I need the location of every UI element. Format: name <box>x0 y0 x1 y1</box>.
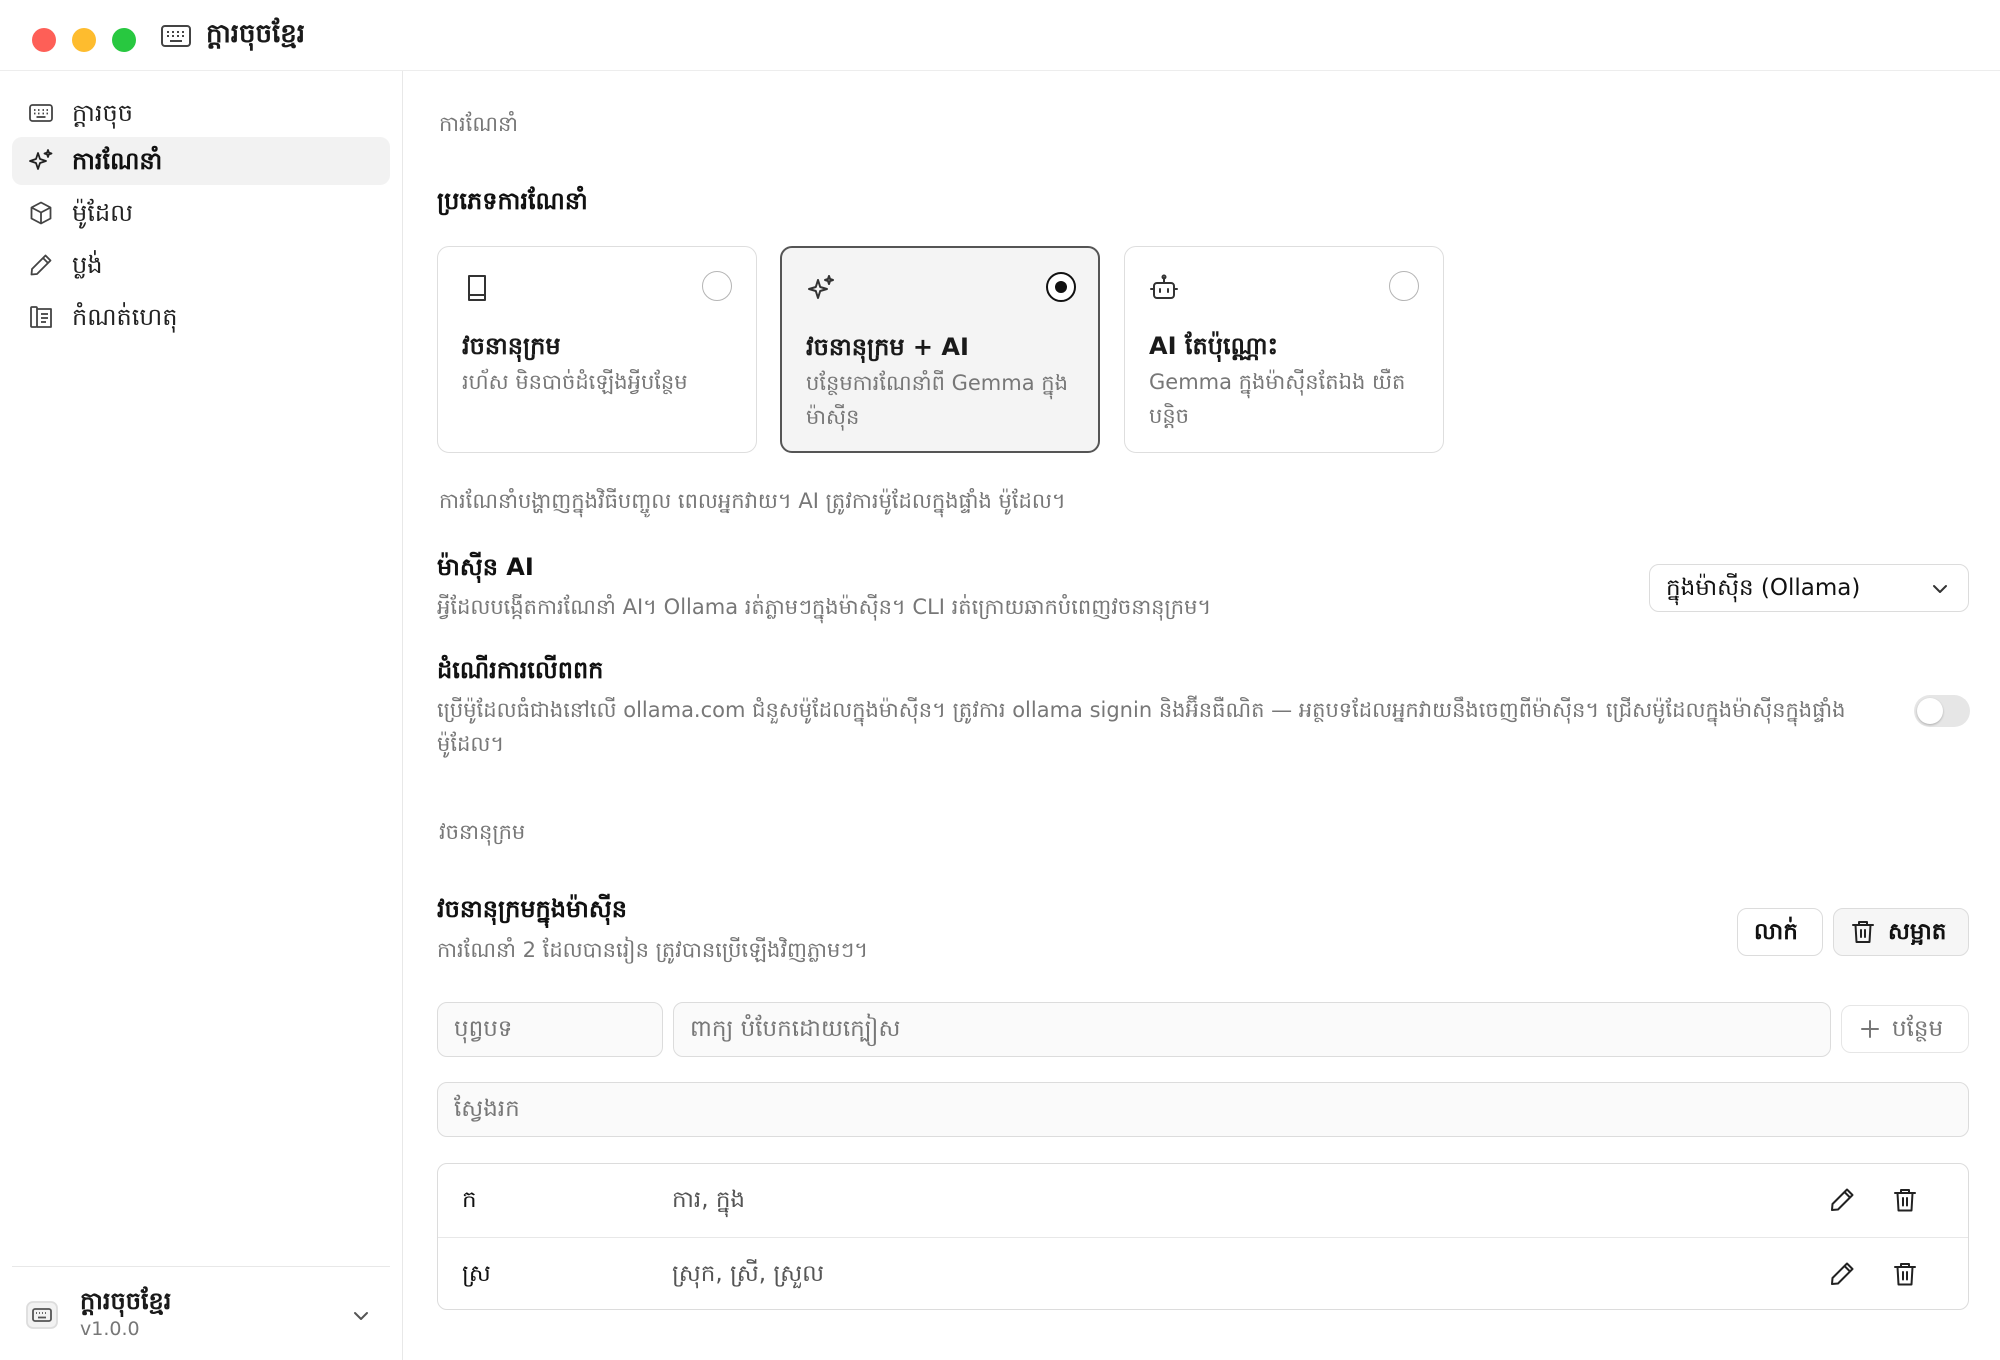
cloud-toggle[interactable] <box>1914 695 1970 727</box>
sidebar-item-label: ការណែនាំ <box>72 147 163 175</box>
app-name: ក្តារចុចខ្មែរ <box>80 1287 172 1315</box>
ai-engine-select[interactable]: ក្នុងម៉ាស៊ីន (Ollama) <box>1649 564 1969 612</box>
log-icon <box>28 304 54 330</box>
add-entry-button[interactable]: បន្ថែម <box>1841 1005 1969 1053</box>
sidebar-item-label: ប្លង់ <box>72 251 103 279</box>
card-title: វចនានុក្រម + AI <box>806 333 969 361</box>
sidebar-item-models[interactable]: ម៉ូដែល <box>12 189 390 237</box>
sidebar-item-label: ក្តារចុច <box>72 99 133 127</box>
trash-icon <box>1850 919 1876 945</box>
card-title: AI តែប៉ុណ្ណោះ <box>1149 332 1279 360</box>
sparkles-icon <box>28 148 54 174</box>
bot-icon <box>1149 273 1179 303</box>
sidebar-item-suggestions[interactable]: ការណែនាំ <box>12 137 390 185</box>
ai-engine-heading: ម៉ាស៊ីន AI <box>437 553 534 581</box>
sidebar-item-label: កំណត់ហេតុ <box>72 303 178 331</box>
sidebar-item-label: ម៉ូដែល <box>72 199 133 227</box>
suggestion-type-heading: ប្រភេទការណែនាំ <box>437 187 588 215</box>
placeholder: ពាក្យ បំបែកដោយក្បៀស <box>690 1016 901 1042</box>
local-dictionary-description: ការណែនាំ 2 ដែលបានរៀន ត្រូវបានប្រើឡើងវិញភ… <box>437 938 869 962</box>
radio-dictionary-ai[interactable] <box>1046 272 1076 302</box>
zoom-window-button[interactable] <box>112 28 136 52</box>
table-row: ស្រ ស្រុក, ស្រី, ស្រួល <box>438 1237 1968 1309</box>
prefix-input[interactable]: បុព្វបទ <box>437 1002 663 1057</box>
row-prefix: ក <box>462 1187 477 1213</box>
clear-button[interactable]: សម្អាត <box>1833 908 1969 956</box>
placeholder: ស្វែងរក <box>454 1096 520 1122</box>
row-words: ការ, ក្នុង <box>672 1187 746 1213</box>
sparkles-icon <box>806 274 836 304</box>
suggestion-type-card-dictionary-ai[interactable]: វចនានុក្រម + AI បន្ថែមការណែនាំពី Gemma ក… <box>780 246 1100 453</box>
card-description: រហ័ស មិនបាច់ដំឡើងអ្វីបន្ថែម <box>462 370 688 394</box>
toggle-knob <box>1917 698 1943 724</box>
title-bar: ក្តារចុចខ្មែរ <box>0 0 2000 71</box>
sidebar-item-logs[interactable]: កំណត់ហេតុ <box>12 293 390 341</box>
app-version: v1.0.0 <box>80 1318 140 1340</box>
delete-trash-icon[interactable] <box>1891 1260 1919 1288</box>
placeholder: បុព្វបទ <box>454 1016 513 1042</box>
ai-engine-description: អ្វីដែលបង្កើតការណែនាំ AI។ Ollama រត់ភ្លា… <box>437 595 1212 619</box>
pencil-icon <box>28 252 54 278</box>
table-row: ក ការ, ក្នុង <box>438 1164 1968 1237</box>
close-window-button[interactable] <box>32 28 56 52</box>
keyboard-icon <box>28 100 54 126</box>
suggestion-type-note: ការណែនាំបង្ហាញក្នុងវិធីបញ្ចូល ពេលអ្នកវាយ… <box>439 489 1066 513</box>
edit-pencil-icon[interactable] <box>1828 1260 1856 1288</box>
card-title: វចនានុក្រម <box>462 332 561 360</box>
sidebar-item-layout[interactable]: ប្លង់ <box>12 241 390 289</box>
suggestion-type-card-ai-only[interactable]: AI តែប៉ុណ្ណោះ Gemma ក្នុងម៉ាស៊ីនតែឯង យឺត… <box>1124 246 1444 453</box>
row-words: ស្រុក, ស្រី, ស្រួល <box>672 1261 824 1287</box>
chevron-down-icon <box>350 1305 372 1327</box>
select-value: ក្នុងម៉ាស៊ីន (Ollama) <box>1666 575 1861 601</box>
dictionary-table: ក ការ, ក្នុង ស្រ ស្រុក, ស្រី, ស្រួល <box>437 1163 1969 1310</box>
button-label: លាក់ <box>1754 919 1798 945</box>
plus-icon <box>1860 1019 1880 1039</box>
cube-icon <box>28 200 54 226</box>
keyboard-icon <box>26 1301 58 1329</box>
suggestion-type-card-dictionary[interactable]: វចនានុក្រម រហ័ស មិនបាច់ដំឡើងអ្វីបន្ថែម <box>437 246 757 453</box>
local-dictionary-heading: វចនានុក្រមក្នុងម៉ាស៊ីន <box>437 895 627 923</box>
edit-pencil-icon[interactable] <box>1828 1186 1856 1214</box>
chevron-down-icon <box>1930 579 1950 599</box>
card-description: Gemma ក្នុងម៉ាស៊ីនតែឯង យឺតបន្តិច <box>1149 370 1406 428</box>
minimize-window-button[interactable] <box>72 28 96 52</box>
keyboard-icon <box>160 22 192 50</box>
cloud-heading: ដំណើរការលើពពក <box>437 656 604 684</box>
card-description: បន្ថែមការណែនាំពី Gemma ក្នុងម៉ាស៊ីន <box>806 371 1068 429</box>
button-label: បន្ថែម <box>1892 1016 1944 1042</box>
book-icon <box>462 273 492 303</box>
section-label-dictionary: វចនានុក្រម <box>439 820 526 844</box>
main-content: ការណែនាំ ប្រភេទការណែនាំ វចនានុក្រម រហ័ស … <box>404 71 2000 1360</box>
cloud-description: ប្រើម៉ូដែលធំជាងនៅលើ ollama.com ជំនួសម៉ូដ… <box>437 698 1846 756</box>
import-button[interactable]: លាក់ <box>1737 908 1823 956</box>
sidebar-item-keyboard[interactable]: ក្តារចុច <box>12 89 390 137</box>
window-title: ក្តារចុចខ្មែរ <box>206 19 306 49</box>
radio-ai-only[interactable] <box>1389 271 1419 301</box>
delete-trash-icon[interactable] <box>1891 1186 1919 1214</box>
section-label-suggestions: ការណែនាំ <box>439 112 518 136</box>
radio-dictionary[interactable] <box>702 271 732 301</box>
row-prefix: ស្រ <box>462 1261 491 1287</box>
search-input[interactable]: ស្វែងរក <box>437 1082 1969 1137</box>
words-input[interactable]: ពាក្យ បំបែកដោយក្បៀស <box>673 1002 1831 1057</box>
button-label: សម្អាត <box>1888 919 1947 945</box>
sidebar: ក្តារចុច ការណែនាំ ម៉ូដែល ប្លង់ កំណត់ហេតុ… <box>0 71 403 1360</box>
app-switcher[interactable]: ក្តារចុចខ្មែរ v1.0.0 <box>12 1266 390 1360</box>
